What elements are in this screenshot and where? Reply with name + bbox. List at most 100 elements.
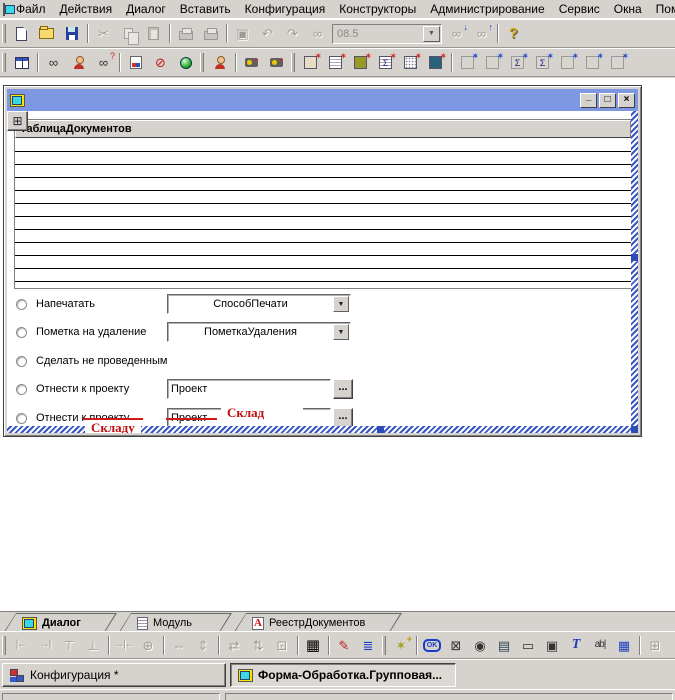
window-split-button[interactable]	[9, 51, 34, 74]
spacing-horizontal-button[interactable]: ⇄	[222, 634, 246, 657]
constructor-journal-button[interactable]: ✶	[323, 51, 348, 74]
insert-frame-button[interactable]: ▣	[540, 634, 564, 657]
align-top-button[interactable]: ⊤	[57, 634, 81, 657]
search-in-metadata-button[interactable]	[66, 51, 91, 74]
menu-item-help[interactable]: Помощь	[649, 0, 675, 18]
tab-dialog[interactable]: Диалог	[4, 613, 117, 632]
constructor-disabled-5-button[interactable]: ✶	[555, 51, 580, 74]
project2-browse-button[interactable]: ...	[333, 408, 353, 428]
menu-item-dialog[interactable]: Диалог	[119, 0, 173, 18]
properties-button[interactable]: ▣	[230, 22, 255, 45]
constructor-disabled-3-button[interactable]: Σ✶	[505, 51, 530, 74]
insert-textbox-button[interactable]: ▭	[516, 634, 540, 657]
find-previous-button[interactable]: ∞↑	[469, 22, 494, 45]
user-monitor-button[interactable]	[207, 51, 232, 74]
menu-item-administration[interactable]: Администрирование	[423, 0, 551, 18]
arrange-grid-button[interactable]: ⊞	[7, 111, 28, 131]
maximize-button[interactable]: □	[599, 93, 616, 108]
new-button[interactable]	[9, 22, 34, 45]
constructor-report-button[interactable]: ✶	[423, 51, 448, 74]
tab-registry[interactable]: AРеестрДокументов	[234, 613, 402, 632]
same-height-button[interactable]: ⇕	[191, 634, 215, 657]
insert-table-button[interactable]: ▦	[612, 634, 636, 657]
dropdown-arrow-icon[interactable]: ▼	[333, 324, 349, 340]
stop-debug-button[interactable]: ⊘	[148, 51, 173, 74]
help-button[interactable]: ?	[501, 22, 526, 45]
table-header[interactable]: ТаблицаДокументов	[15, 120, 631, 138]
zoom-combobox[interactable]: 08.5 ▼	[332, 24, 442, 44]
form-window-button[interactable]: Форма-Обработка.Групповая...	[230, 663, 456, 687]
constructor-register-button[interactable]: Σ✶	[373, 51, 398, 74]
form-canvas[interactable]: ТаблицаДокументов ◫◫⊞ Напечатать СпособП…	[7, 111, 638, 433]
project-radio[interactable]	[16, 384, 27, 395]
constructor-disabled-2-button[interactable]: ✶	[480, 51, 505, 74]
insert-panel-button[interactable]: ▤	[492, 634, 516, 657]
selection-border-right[interactable]	[631, 111, 638, 433]
document-table-control[interactable]: ТаблицаДокументов	[14, 119, 632, 289]
menu-item-insert[interactable]: Вставить	[173, 0, 238, 18]
constructor-disabled-6-button[interactable]: ✶	[580, 51, 605, 74]
form-designer-window[interactable]: _ □ × ТаблицаДокументов ◫◫⊞ Н	[3, 85, 642, 437]
clipped-edge-button[interactable]: ▐	[667, 634, 675, 657]
journal-settings-button[interactable]	[264, 51, 289, 74]
snap-to-grid-button[interactable]: ⊡	[270, 634, 294, 657]
print-button[interactable]	[173, 22, 198, 45]
resize-handle-bottom[interactable]	[377, 426, 384, 433]
same-width-button[interactable]: ⇔	[167, 634, 191, 657]
constructor-document-button[interactable]: ✶	[298, 51, 323, 74]
copy-button[interactable]	[116, 22, 141, 45]
search-help-button[interactable]: ∞?	[91, 51, 116, 74]
syntax-check-button[interactable]	[123, 51, 148, 74]
find-button[interactable]: ∞	[305, 22, 330, 45]
insert-label-button[interactable]: T	[564, 634, 588, 657]
center-horizontal-button[interactable]: →|←	[112, 634, 136, 657]
cut-button[interactable]: ✂	[91, 22, 116, 45]
format-button[interactable]: ✎	[332, 634, 356, 657]
resize-handle-right[interactable]	[631, 254, 638, 261]
menu-item-constructors[interactable]: Конструкторы	[332, 0, 423, 18]
tab-module[interactable]: Модуль	[119, 613, 232, 632]
menu-item-configuration[interactable]: Конфигурация	[238, 0, 333, 18]
dropdown-arrow-icon[interactable]: ▼	[423, 26, 440, 42]
grid-button[interactable]: ▦	[301, 634, 325, 657]
menu-item-service[interactable]: Сервис	[552, 0, 607, 18]
table-rows[interactable]	[15, 139, 631, 288]
menu-item-file[interactable]: Файл	[9, 0, 53, 18]
open-button[interactable]	[34, 22, 59, 45]
menu-item-windows[interactable]: Окна	[607, 0, 649, 18]
insert-radio-button[interactable]: ◉	[468, 634, 492, 657]
global-search-button[interactable]: ∞	[41, 51, 66, 74]
unpost-radio[interactable]	[16, 356, 27, 367]
undo-button[interactable]: ↶	[255, 22, 280, 45]
project-field[interactable]: Проект	[167, 379, 331, 399]
save-button[interactable]	[59, 22, 84, 45]
monitor-button[interactable]	[173, 51, 198, 74]
form-title-bar[interactable]: _ □ ×	[7, 89, 638, 111]
print-preview-button[interactable]	[198, 22, 223, 45]
insert-edit-button[interactable]: ab|	[588, 634, 612, 657]
deletion-mark-radio[interactable]	[16, 327, 27, 338]
print-radio[interactable]	[16, 299, 27, 310]
constructor-disabled-4-button[interactable]: Σ✶	[530, 51, 555, 74]
find-next-button[interactable]: ∞↓	[444, 22, 469, 45]
paste-button[interactable]	[141, 22, 166, 45]
align-right-button[interactable]: →|	[33, 634, 57, 657]
insert-button-button[interactable]: OK	[420, 634, 444, 657]
constructor-enum-button[interactable]: ✶	[398, 51, 423, 74]
menu-item-actions[interactable]: Действия	[53, 0, 120, 18]
resize-handle-corner[interactable]	[631, 426, 638, 433]
constructor-disabled-7-button[interactable]: ✶	[605, 51, 630, 74]
print-method-combobox[interactable]: СпособПечати ▼	[167, 294, 351, 314]
control-wizard-button[interactable]: ✶+	[389, 634, 413, 657]
journal-button[interactable]	[239, 51, 264, 74]
project2-radio[interactable]	[16, 413, 27, 424]
insert-checkbox-button[interactable]: ⊠	[444, 634, 468, 657]
spacing-vertical-button[interactable]: ⇅	[246, 634, 270, 657]
center-both-button[interactable]: ⊕	[136, 634, 160, 657]
align-bottom-button[interactable]: ⊥	[81, 634, 105, 657]
constructor-disabled-1-button[interactable]: ✶	[455, 51, 480, 74]
configuration-window-button[interactable]: Конфигурация *	[2, 663, 226, 687]
redo-button[interactable]: ↷	[280, 22, 305, 45]
align-left-button[interactable]: |←	[9, 634, 33, 657]
layers-button[interactable]: ≣	[356, 634, 380, 657]
